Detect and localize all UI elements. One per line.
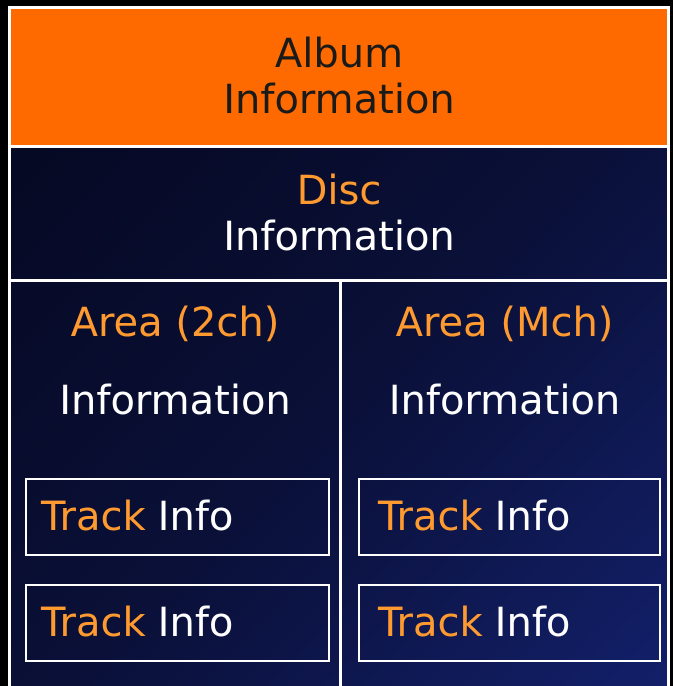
area-mch-box: Area (Mch) Information Track Info Track In…	[342, 282, 667, 686]
track-label: Track	[378, 494, 483, 540]
album-label: Album	[274, 31, 404, 77]
area-mch-title: Area (Mch)	[395, 300, 614, 346]
info-label: Info	[494, 494, 571, 540]
album-information-box: Album Information	[11, 9, 667, 148]
disc-information-label: Information	[223, 213, 455, 260]
info-label: Info	[494, 600, 571, 646]
track-label: Track	[41, 600, 146, 646]
area-mch-information-label: Information	[388, 378, 621, 424]
area-2ch-title: Area (2ch)	[70, 300, 280, 346]
track-info-box: Track Info	[25, 478, 330, 556]
disc-label: Disc	[296, 167, 382, 214]
info-label: Info	[157, 600, 234, 646]
track-info-box: Track Info	[358, 584, 661, 662]
album-information-label: Information	[223, 77, 455, 123]
area-2ch-box: Area (2ch) Information Track Info Track In…	[11, 282, 342, 686]
area-2ch-information-label: Information	[59, 378, 291, 424]
hierarchy-diagram: Album Information Disc Information Area …	[8, 6, 670, 686]
info-label: Info	[157, 494, 234, 540]
track-info-box: Track Info	[25, 584, 330, 662]
track-label: Track	[41, 494, 146, 540]
track-info-box: Track Info	[358, 478, 661, 556]
disc-information-box: Disc Information	[11, 148, 667, 282]
track-label: Track	[378, 600, 483, 646]
